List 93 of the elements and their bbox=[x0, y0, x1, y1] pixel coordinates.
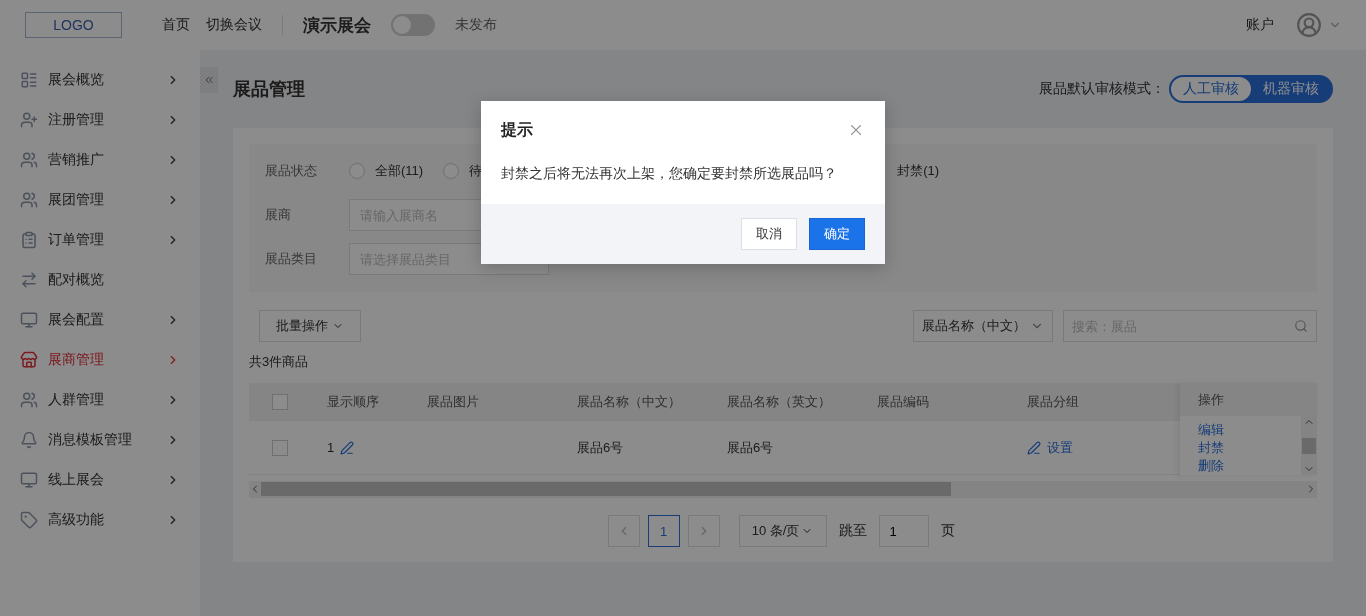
table-cell: 展品6号 bbox=[577, 438, 624, 457]
sidebar-label: 配对概览 bbox=[48, 271, 105, 289]
users-icon bbox=[20, 191, 38, 209]
page-size-select[interactable]: 10 条/页 bbox=[738, 515, 827, 547]
table-cell: 1 bbox=[327, 440, 335, 455]
collapse-button[interactable] bbox=[200, 67, 218, 93]
sidebar-label: 高级功能 bbox=[48, 511, 105, 529]
double-chevron-left-icon[interactable] bbox=[203, 74, 215, 86]
filter-label: 展品状态 bbox=[265, 162, 318, 180]
sidebar-label: 人群管理 bbox=[48, 391, 105, 409]
column-header: 展品名称（英文） bbox=[726, 392, 832, 411]
radio-button[interactable] bbox=[349, 163, 365, 179]
event-title: 演示展会 bbox=[303, 14, 371, 37]
column-header: 操作 bbox=[1180, 383, 1317, 416]
sidebar-item[interactable]: 注册管理 bbox=[0, 100, 200, 140]
jump-label: 跳至 bbox=[838, 522, 867, 540]
next-page-button[interactable] bbox=[687, 515, 720, 547]
clipboard-icon bbox=[20, 231, 38, 249]
column-header: 展品名称（中文） bbox=[576, 392, 682, 411]
vertical-scrollbar[interactable] bbox=[1301, 416, 1317, 475]
publish-switch[interactable] bbox=[391, 14, 435, 36]
sidebar-label: 线上展会 bbox=[48, 471, 105, 489]
horizontal-scrollbar[interactable] bbox=[249, 481, 1317, 497]
account-label[interactable]: 账户 bbox=[1246, 16, 1274, 34]
action-link[interactable]: 删除 bbox=[1198, 457, 1301, 475]
dialog-message: 封禁之后将无法再次上架，您确定要封禁所选展品吗？ bbox=[500, 164, 838, 183]
exchange-icon bbox=[20, 271, 38, 289]
nav-link[interactable]: 切换会议 bbox=[206, 16, 262, 34]
list-icon bbox=[20, 71, 38, 89]
action-link[interactable]: 封禁 bbox=[1198, 439, 1301, 457]
radio-label[interactable]: 封禁(1) bbox=[897, 162, 940, 180]
monitor-icon bbox=[20, 311, 38, 329]
sidebar-item[interactable]: 展会配置 bbox=[0, 300, 200, 340]
cancel-button[interactable]: 取消 bbox=[741, 218, 797, 250]
column-header: 展品分组 bbox=[1026, 392, 1080, 411]
logo[interactable]: LOGO bbox=[25, 12, 122, 38]
filter-label: 展商 bbox=[265, 206, 292, 224]
page-title: 展品管理 bbox=[233, 78, 306, 101]
group-link[interactable]: 设置 bbox=[1047, 438, 1073, 457]
dialog-title: 提示 bbox=[501, 119, 533, 140]
batch-actions-button[interactable]: 批量操作 bbox=[259, 310, 361, 342]
table-cell: 展品6号 bbox=[727, 438, 774, 457]
action-link[interactable]: 编辑 bbox=[1198, 421, 1301, 439]
sidebar-label: 展会配置 bbox=[48, 311, 105, 329]
jump-input[interactable]: 1 bbox=[878, 515, 929, 547]
column-header: 显示顺序 bbox=[326, 392, 380, 411]
edit-icon[interactable] bbox=[1027, 440, 1041, 455]
user-plus-icon bbox=[20, 111, 38, 129]
review-mode-option[interactable]: 人工审核 bbox=[1171, 77, 1251, 101]
sidebar-item[interactable]: 展会概览 bbox=[0, 60, 200, 100]
sidebar-item[interactable]: 营销推广 bbox=[0, 140, 200, 180]
users-icon bbox=[20, 391, 38, 409]
sidebar-item[interactable]: 高级功能 bbox=[0, 500, 200, 540]
sidebar-label: 展会概览 bbox=[48, 71, 105, 89]
edit-icon[interactable] bbox=[340, 440, 355, 455]
item-count: 共3件商品 bbox=[249, 354, 310, 370]
radio-label[interactable]: 待 bbox=[469, 162, 483, 180]
column-header: 展品编码 bbox=[876, 392, 930, 411]
sidebar-label: 订单管理 bbox=[48, 231, 105, 249]
sidebar-label: 展商管理 bbox=[48, 351, 105, 369]
confirm-button[interactable]: 确定 bbox=[809, 218, 865, 250]
sidebar-label: 展团管理 bbox=[48, 191, 105, 209]
review-mode-toggle[interactable]: 人工审核 机器审核 bbox=[1169, 75, 1333, 103]
checkbox[interactable] bbox=[271, 439, 288, 456]
sidebar-label: 注册管理 bbox=[48, 111, 105, 129]
page-button[interactable]: 1 bbox=[647, 515, 680, 547]
radio-label[interactable]: 全部(11) bbox=[375, 162, 424, 180]
sidebar-label: 消息模板管理 bbox=[48, 431, 133, 449]
search-icon[interactable] bbox=[1294, 319, 1308, 333]
filter-label: 展品类目 bbox=[265, 250, 318, 268]
page-unit: 页 bbox=[940, 522, 955, 540]
monitor-icon bbox=[20, 471, 38, 489]
sidebar-item[interactable]: 配对概览 bbox=[0, 260, 200, 300]
sidebar-item[interactable]: 展团管理 bbox=[0, 180, 200, 220]
previous-page-button[interactable] bbox=[607, 515, 640, 547]
sidebar-item[interactable]: 展商管理 bbox=[0, 340, 200, 380]
sidebar-item[interactable]: 线上展会 bbox=[0, 460, 200, 500]
users-icon bbox=[20, 151, 38, 169]
sidebar-item[interactable]: 人群管理 bbox=[0, 380, 200, 420]
tag-icon bbox=[20, 511, 38, 529]
nav-link[interactable]: 首页 bbox=[162, 16, 190, 34]
sidebar-item[interactable]: 消息模板管理 bbox=[0, 420, 200, 460]
publish-status: 未发布 bbox=[455, 16, 497, 34]
review-mode-label: 展品默认审核模式： bbox=[1039, 80, 1165, 98]
store-icon bbox=[20, 351, 38, 369]
sidebar-item[interactable]: 订单管理 bbox=[0, 220, 200, 260]
bell-icon bbox=[20, 431, 38, 449]
column-header: 展品图片 bbox=[426, 392, 480, 411]
checkbox[interactable] bbox=[271, 393, 288, 410]
field-select[interactable]: 展品名称（中文） bbox=[913, 310, 1053, 342]
radio-button[interactable] bbox=[443, 163, 460, 179]
avatar-icon[interactable] bbox=[1296, 12, 1322, 38]
sidebar-label: 营销推广 bbox=[48, 151, 105, 169]
